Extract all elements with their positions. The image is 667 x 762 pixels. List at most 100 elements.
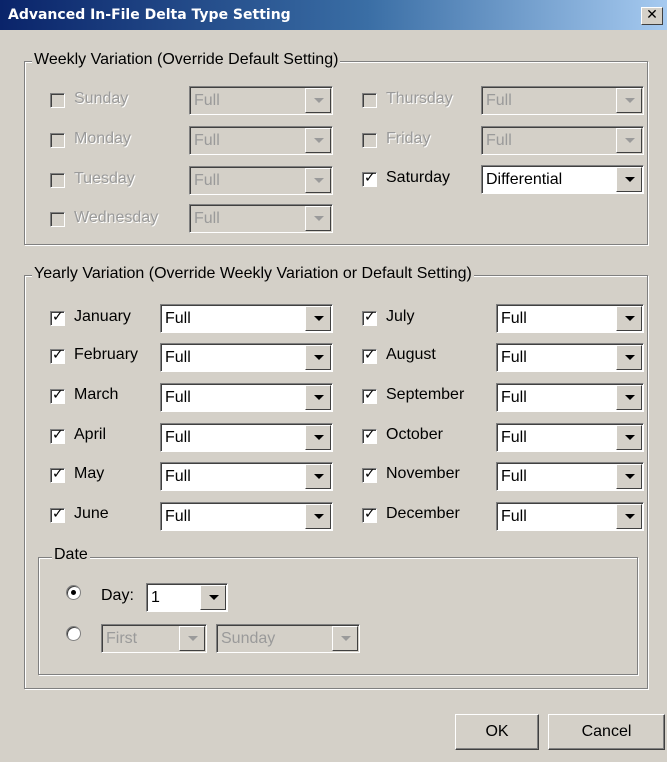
chevron-down-icon[interactable]: [305, 425, 331, 450]
day-radio[interactable]: [66, 585, 81, 600]
friday-select[interactable]: Full: [481, 126, 644, 155]
weekday-select[interactable]: Sunday: [216, 624, 360, 653]
july-checkbox[interactable]: ✓: [362, 309, 377, 326]
tuesday-label: Tuesday: [74, 170, 135, 187]
saturday-select[interactable]: Differential: [481, 165, 644, 194]
chevron-down-icon[interactable]: [616, 88, 642, 113]
march-label: March: [74, 386, 119, 403]
chevron-down-icon[interactable]: [200, 585, 226, 610]
wednesday-checkbox[interactable]: [50, 212, 65, 227]
august-select[interactable]: Full: [496, 343, 644, 372]
thursday-select[interactable]: Full: [481, 86, 644, 115]
chevron-down-icon[interactable]: [616, 464, 642, 489]
wednesday-label: Wednesday: [74, 209, 159, 226]
chevron-down-icon[interactable]: [616, 425, 642, 450]
chevron-down-icon[interactable]: [616, 385, 642, 410]
november-select[interactable]: Full: [496, 462, 644, 491]
chevron-down-icon[interactable]: [305, 206, 331, 231]
august-checkbox[interactable]: ✓: [362, 347, 377, 364]
close-icon: ✕: [646, 7, 658, 23]
wednesday-value: Full: [194, 210, 220, 227]
day-value: 1: [151, 589, 160, 606]
november-checkbox[interactable]: ✓: [362, 466, 377, 483]
window-title: Advanced In-File Delta Type Setting: [8, 7, 291, 23]
close-button[interactable]: ✕: [641, 7, 663, 25]
chevron-down-icon[interactable]: [332, 626, 358, 651]
february-checkbox[interactable]: ✓: [50, 347, 65, 364]
chevron-down-icon[interactable]: [305, 168, 331, 193]
september-checkbox[interactable]: ✓: [362, 387, 377, 404]
june-value: Full: [165, 508, 191, 525]
october-select[interactable]: Full: [496, 423, 644, 452]
chevron-down-icon[interactable]: [305, 464, 331, 489]
april-select[interactable]: Full: [160, 423, 333, 452]
september-label: September: [386, 386, 465, 403]
june-label: June: [74, 505, 109, 522]
saturday-value: Differential: [486, 171, 563, 188]
yearly-variation-legend: Yearly Variation (Override Weekly Variat…: [32, 265, 474, 283]
december-label: December: [386, 505, 460, 522]
chevron-down-icon[interactable]: [616, 345, 642, 370]
saturday-checkbox[interactable]: ✓: [362, 170, 377, 187]
january-checkbox[interactable]: ✓: [50, 309, 65, 326]
august-label: August: [386, 346, 436, 363]
wednesday-select[interactable]: Full: [189, 204, 333, 233]
chevron-down-icon[interactable]: [305, 128, 331, 153]
friday-checkbox[interactable]: [362, 133, 377, 148]
may-checkbox[interactable]: ✓: [50, 466, 65, 483]
monday-select[interactable]: Full: [189, 126, 333, 155]
weekday-radio[interactable]: [66, 626, 81, 641]
date-group: [38, 557, 638, 675]
check-icon: ✓: [52, 506, 64, 522]
march-checkbox[interactable]: ✓: [50, 387, 65, 404]
december-select[interactable]: Full: [496, 502, 644, 531]
tuesday-select[interactable]: Full: [189, 166, 333, 195]
sunday-label: Sunday: [74, 90, 129, 107]
december-value: Full: [501, 508, 527, 525]
chevron-down-icon[interactable]: [616, 504, 642, 529]
chevron-down-icon[interactable]: [616, 128, 642, 153]
chevron-down-icon[interactable]: [305, 88, 331, 113]
june-select[interactable]: Full: [160, 502, 333, 531]
june-checkbox[interactable]: ✓: [50, 506, 65, 523]
thursday-checkbox[interactable]: [362, 93, 377, 108]
tuesday-value: Full: [194, 172, 220, 189]
march-select[interactable]: Full: [160, 383, 333, 412]
chevron-down-icon[interactable]: [179, 626, 205, 651]
february-label: February: [74, 346, 139, 363]
check-icon: ✓: [52, 309, 64, 325]
february-select[interactable]: Full: [160, 343, 333, 372]
december-checkbox[interactable]: ✓: [362, 506, 377, 523]
day-select[interactable]: 1: [146, 583, 228, 612]
ordinal-select[interactable]: First: [101, 624, 207, 653]
ordinal-value: First: [106, 630, 138, 647]
monday-checkbox[interactable]: [50, 133, 65, 148]
january-select[interactable]: Full: [160, 304, 333, 333]
chevron-down-icon[interactable]: [305, 345, 331, 370]
september-select[interactable]: Full: [496, 383, 644, 412]
check-icon: ✓: [364, 427, 376, 443]
ok-button[interactable]: OK: [455, 714, 539, 750]
chevron-down-icon[interactable]: [305, 306, 331, 331]
saturday-label: Saturday: [386, 169, 451, 186]
date-legend: Date: [52, 546, 90, 564]
july-label: July: [386, 308, 415, 325]
check-icon: ✓: [364, 170, 376, 186]
chevron-down-icon[interactable]: [616, 167, 642, 192]
sunday-select[interactable]: Full: [189, 86, 333, 115]
chevron-down-icon[interactable]: [305, 385, 331, 410]
chevron-down-icon[interactable]: [305, 504, 331, 529]
july-select[interactable]: Full: [496, 304, 644, 333]
january-value: Full: [165, 310, 191, 327]
check-icon: ✓: [52, 347, 64, 363]
check-icon: ✓: [52, 387, 64, 403]
weekly-variation-legend: Weekly Variation (Override Default Setti…: [32, 51, 341, 69]
may-select[interactable]: Full: [160, 462, 333, 491]
sunday-checkbox[interactable]: [50, 93, 65, 108]
october-checkbox[interactable]: ✓: [362, 427, 377, 444]
cancel-button[interactable]: Cancel: [548, 714, 665, 750]
august-value: Full: [501, 349, 527, 366]
chevron-down-icon[interactable]: [616, 306, 642, 331]
april-checkbox[interactable]: ✓: [50, 427, 65, 444]
tuesday-checkbox[interactable]: [50, 173, 65, 188]
